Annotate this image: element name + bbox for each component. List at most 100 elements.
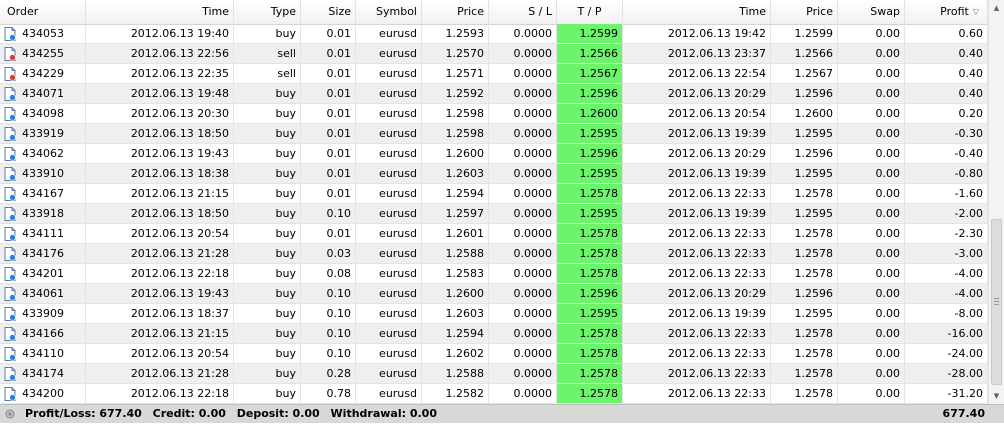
table-row[interactable]: 433910 2012.06.13 18:38 buy 0.01 eurusd 1.260… (0, 164, 988, 184)
table-row[interactable]: 434098 2012.06.13 20:30 buy 0.01 eurusd 1.259… (0, 104, 988, 124)
order-number: 434229 (22, 67, 64, 80)
table-row[interactable]: 434111 2012.06.13 20:54 buy 0.01 eurusd 1.260… (0, 224, 988, 244)
profit-cell: -0.30 (905, 124, 988, 143)
scroll-up-icon[interactable]: ▲ (989, 0, 1004, 16)
table-row[interactable]: 434166 2012.06.13 21:15 buy 0.10 eurusd 1.259… (0, 324, 988, 344)
table-row[interactable]: 434176 2012.06.13 21:28 buy 0.03 eurusd 1.258… (0, 244, 988, 264)
type-cell: sell (234, 44, 301, 63)
close-price-cell: 1.2599 (771, 24, 838, 43)
type-cell: buy (234, 124, 301, 143)
column-header-time[interactable]: Time (86, 0, 234, 24)
buy-order-icon (4, 167, 16, 181)
time-cell: 2012.06.13 19:40 (86, 24, 234, 43)
buy-order-icon (4, 347, 16, 361)
price-cell: 1.2602 (422, 344, 489, 363)
sl-cell: 0.0000 (489, 244, 557, 263)
symbol-cell: eurusd (356, 144, 422, 163)
table-row[interactable]: 434053 2012.06.13 19:40 buy 0.01 eurusd 1.259… (0, 24, 988, 44)
table-row[interactable]: 434174 2012.06.13 21:28 buy 0.28 eurusd 1.258… (0, 364, 988, 384)
time-cell: 2012.06.13 22:18 (86, 264, 234, 283)
column-header-tp[interactable]: T / P (557, 0, 623, 24)
column-header-close-time[interactable]: Time (623, 0, 771, 24)
sl-cell: 0.0000 (489, 104, 557, 123)
price-cell: 1.2570 (422, 44, 489, 63)
price-cell: 1.2597 (422, 204, 489, 223)
table-row[interactable]: 433918 2012.06.13 18:50 buy 0.10 eurusd 1.259… (0, 204, 988, 224)
table-row[interactable]: 434255 2012.06.13 22:56 sell 0.01 eurusd 1.25… (0, 44, 988, 64)
price-cell: 1.2582 (422, 384, 489, 403)
column-header-sl[interactable]: S / L (489, 0, 557, 24)
table-row[interactable]: 434229 2012.06.13 22:35 sell 0.01 eurusd 1.25… (0, 64, 988, 84)
price-cell: 1.2603 (422, 304, 489, 323)
time-cell: 2012.06.13 21:28 (86, 244, 234, 263)
column-header-type[interactable]: Type (234, 0, 301, 24)
order-number: 433909 (22, 307, 64, 320)
size-cell: 0.01 (301, 84, 356, 103)
column-header-close-price[interactable]: Price (771, 0, 838, 24)
table-row[interactable]: 434071 2012.06.13 19:48 buy 0.01 eurusd 1.259… (0, 84, 988, 104)
table-row[interactable]: 434200 2012.06.13 22:18 buy 0.78 eurusd 1.258… (0, 384, 988, 404)
type-cell: buy (234, 204, 301, 223)
tp-cell: 1.2595 (557, 164, 623, 183)
tp-cell: 1.2578 (557, 224, 623, 243)
column-header-size[interactable]: Size (301, 0, 356, 24)
tp-cell: 1.2578 (557, 344, 623, 363)
buy-order-icon (4, 227, 16, 241)
column-header-profit[interactable]: Profit ▽ (905, 0, 988, 24)
profit-cell: -24.00 (905, 344, 988, 363)
size-cell: 0.03 (301, 244, 356, 263)
buy-order-icon (4, 287, 16, 301)
column-header-symbol[interactable]: Symbol (356, 0, 422, 24)
table-header: Order Time Type Size Symbol Price S / L … (0, 0, 988, 25)
close-price-cell: 1.2578 (771, 384, 838, 403)
trade-history-table: 434053 2012.06.13 19:40 buy 0.01 eurusd 1.259… (0, 24, 988, 404)
size-cell: 0.01 (301, 164, 356, 183)
order-number: 434098 (22, 107, 64, 120)
tp-cell: 1.2578 (557, 264, 623, 283)
column-header-price[interactable]: Price (422, 0, 489, 24)
symbol-cell: eurusd (356, 84, 422, 103)
tp-cell: 1.2578 (557, 184, 623, 203)
table-row[interactable]: 433919 2012.06.13 18:50 buy 0.01 eurusd 1.259… (0, 124, 988, 144)
size-cell: 0.01 (301, 224, 356, 243)
vertical-scrollbar[interactable]: ▲ ▼ (988, 0, 1004, 404)
time-cell: 2012.06.13 19:48 (86, 84, 234, 103)
swap-cell: 0.00 (838, 204, 905, 223)
profit-cell: 0.20 (905, 104, 988, 123)
size-cell: 0.10 (301, 344, 356, 363)
close-time-cell: 2012.06.13 22:33 (623, 184, 771, 203)
swap-cell: 0.00 (838, 104, 905, 123)
size-cell: 0.28 (301, 364, 356, 383)
column-header-swap[interactable]: Swap (838, 0, 905, 24)
price-cell: 1.2594 (422, 324, 489, 343)
scrollbar-thumb[interactable] (991, 219, 1002, 385)
close-time-cell: 2012.06.13 22:33 (623, 264, 771, 283)
sl-cell: 0.0000 (489, 44, 557, 63)
profit-cell: -2.00 (905, 204, 988, 223)
swap-cell: 0.00 (838, 264, 905, 283)
table-row[interactable]: 434110 2012.06.13 20:54 buy 0.10 eurusd 1.260… (0, 344, 988, 364)
summary-icon (5, 409, 15, 419)
buy-order-icon (4, 127, 16, 141)
table-row[interactable]: 434062 2012.06.13 19:43 buy 0.01 eurusd 1.260… (0, 144, 988, 164)
buy-order-icon (4, 247, 16, 261)
order-number: 434110 (22, 347, 64, 360)
close-time-cell: 2012.06.13 22:33 (623, 344, 771, 363)
sl-cell: 0.0000 (489, 204, 557, 223)
profit-cell: -4.00 (905, 284, 988, 303)
column-header-order[interactable]: Order (0, 0, 86, 24)
tp-cell: 1.2578 (557, 244, 623, 263)
buy-order-icon (4, 207, 16, 221)
type-cell: buy (234, 84, 301, 103)
time-cell: 2012.06.13 20:54 (86, 224, 234, 243)
scroll-down-icon[interactable]: ▼ (989, 388, 1004, 404)
table-row[interactable]: 434201 2012.06.13 22:18 buy 0.08 eurusd 1.258… (0, 264, 988, 284)
table-row[interactable]: 434167 2012.06.13 21:15 buy 0.01 eurusd 1.259… (0, 184, 988, 204)
table-row[interactable]: 433909 2012.06.13 18:37 buy 0.10 eurusd 1.260… (0, 304, 988, 324)
symbol-cell: eurusd (356, 364, 422, 383)
order-cell: 434110 (0, 344, 86, 363)
profit-cell: 0.60 (905, 24, 988, 43)
table-row[interactable]: 434061 2012.06.13 19:43 buy 0.10 eurusd 1.260… (0, 284, 988, 304)
close-time-cell: 2012.06.13 23:37 (623, 44, 771, 63)
tp-cell: 1.2566 (557, 44, 623, 63)
